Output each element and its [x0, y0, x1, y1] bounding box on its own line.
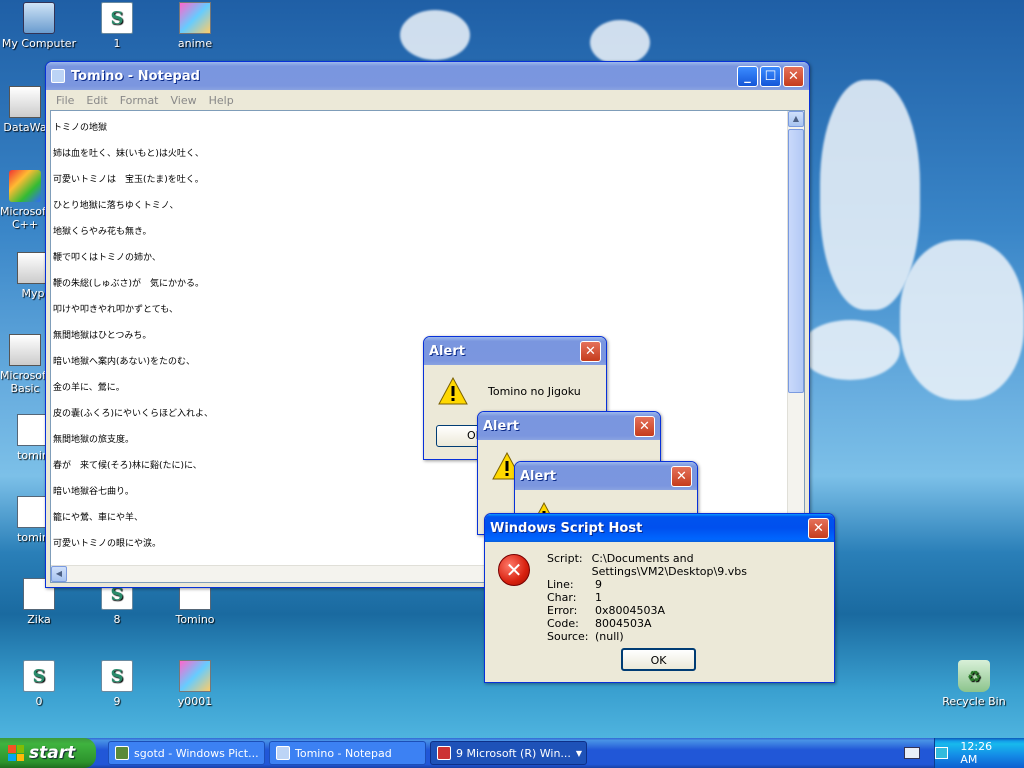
basic-icon [9, 334, 41, 366]
code-value: 8004503A [595, 617, 652, 630]
taskbar-item-notepad[interactable]: Tomino - Notepad [269, 741, 426, 765]
field-label: Error: [547, 604, 578, 617]
desktop-icon-y0001[interactable]: y0001 [156, 660, 234, 708]
field-label: Line: [547, 578, 574, 591]
text-line: 無間地獄はひとつみち。 [53, 331, 152, 341]
alert-2-close-button[interactable]: ✕ [634, 415, 655, 437]
text-line: 姉は血を吐く、妹(いもと)は火吐く、 [53, 149, 204, 159]
error-icon: ✕ [498, 554, 530, 586]
field-label: Code: [547, 617, 579, 630]
menu-file[interactable]: File [50, 94, 80, 107]
recycle-bin-icon: ♻ [958, 660, 990, 692]
clock[interactable]: 12:26 AM [960, 740, 1010, 766]
wsh-fields: Script: C:\Documents and Settings\VM2\Des… [547, 552, 834, 643]
alert-1-titlebar[interactable]: Alert ✕ [424, 337, 606, 365]
source-value: (null) [595, 630, 624, 643]
script-host-icon [437, 746, 451, 760]
scroll-left-arrow-icon[interactable]: ◀ [51, 566, 67, 582]
wsh-title: Windows Script Host [490, 520, 643, 536]
char-value: 1 [595, 591, 602, 604]
start-button[interactable]: start [0, 738, 96, 768]
text-line: 可愛いトミノは 宝玉(たま)を吐く。 [53, 175, 204, 185]
text-line: 鞭で叩くはトミノの姉か、 [53, 253, 161, 263]
picture-viewer-icon [115, 746, 129, 760]
alert-3-title: Alert [520, 468, 556, 484]
alert-1-title: Alert [429, 343, 465, 359]
notepad-icon [51, 69, 65, 83]
task-label: Tomino - Notepad [295, 746, 392, 760]
desktop-icon-recycle-bin[interactable]: ♻ Recycle Bin [935, 660, 1013, 708]
text-line: ひとり地獄に落ちゆくトミノ、 [53, 201, 179, 211]
taskbar-item-picture-viewer[interactable]: sgotd - Windows Pict... [108, 741, 265, 765]
task-label: sgotd - Windows Pict... [134, 746, 259, 760]
notepad-menubar: File Edit Format View Help [46, 90, 809, 110]
alert-3-close-button[interactable]: ✕ [671, 465, 692, 487]
menu-edit[interactable]: Edit [80, 94, 113, 107]
menu-view[interactable]: View [165, 94, 203, 107]
wsh-ok-button[interactable]: OK [621, 648, 696, 671]
vertical-scrollbar[interactable]: ▲ [787, 111, 804, 565]
group-chevron-icon: ▼ [575, 748, 582, 758]
image-icon [179, 2, 211, 34]
desktop-icon-0[interactable]: S 0 [0, 660, 78, 708]
line-value: 9 [595, 578, 602, 591]
shortcut-icon [9, 86, 41, 118]
script-icon: S [23, 660, 55, 692]
desktop-icon-anime[interactable]: anime [156, 2, 234, 50]
menu-help[interactable]: Help [203, 94, 240, 107]
text-line: 無間地獄の旅支度。 [53, 435, 135, 445]
taskbar: start sgotd - Windows Pict... Tomino - N… [0, 738, 1024, 768]
wsh-error-dialog: Windows Script Host ✕ ✕ Script: C:\Docume… [484, 513, 835, 683]
notepad-titlebar[interactable]: Tomino - Notepad _ ☐ ✕ [46, 62, 809, 90]
alert-1-close-button[interactable]: ✕ [580, 340, 601, 362]
alert-2-titlebar[interactable]: Alert ✕ [478, 412, 660, 440]
desktop-icon-my-computer[interactable]: My Computer [0, 2, 78, 50]
windows-logo-icon [8, 745, 24, 761]
start-label: start [29, 743, 76, 763]
notepad-icon [276, 746, 290, 760]
scroll-up-arrow-icon[interactable]: ▲ [788, 111, 804, 127]
taskbar-item-script-host[interactable]: 9 Microsoft (R) Win... ▼ [430, 741, 587, 765]
alert-3-titlebar[interactable]: Alert ✕ [515, 462, 697, 490]
text-line: 地獄くらやみ花も無き。 [53, 227, 152, 237]
network-icon[interactable] [935, 747, 949, 759]
maximize-button[interactable]: ☐ [760, 65, 781, 87]
text-line: トミノの地獄 [53, 123, 108, 133]
task-label: 9 Microsoft (R) Win... [456, 746, 571, 760]
system-tray: 12:26 AM [934, 738, 1024, 768]
text-line: 叩けや叩きやれ叩かずとても、 [53, 305, 179, 315]
text-line: 暗い地獄へ案内(あない)をたのむ、 [53, 357, 196, 367]
notepad-title: Tomino - Notepad [71, 68, 200, 84]
field-label: Script: [547, 552, 583, 565]
desktop-icon-9[interactable]: S 9 [78, 660, 156, 708]
keyboard-icon[interactable] [904, 747, 920, 759]
text-line: 鞭の朱総(しゅぶさ)が 気にかかる。 [53, 279, 205, 289]
field-label: Char: [547, 591, 577, 604]
cpp-icon [9, 170, 41, 202]
alert-2-title: Alert [483, 418, 519, 434]
text-line: 皮の嚢(ふくろ)にやいくらほど入れよ、 [53, 409, 214, 419]
wsh-close-button[interactable]: ✕ [808, 517, 829, 539]
menu-format[interactable]: Format [114, 94, 165, 107]
error-value: 0x8004503A [595, 604, 666, 617]
warning-icon [438, 376, 468, 405]
text-line: 金の羊に、鶯に。 [53, 383, 125, 393]
alert-1-message: Tomino no Jigoku [488, 385, 581, 398]
script-path-value: C:\Documents and Settings\VM2\Desktop\9.… [591, 552, 747, 578]
minimize-button[interactable]: _ [737, 65, 758, 87]
field-label: Source: [547, 630, 589, 643]
image-icon [179, 660, 211, 692]
computer-icon [23, 2, 55, 34]
close-button[interactable]: ✕ [783, 65, 804, 87]
scroll-thumb[interactable] [788, 129, 804, 393]
script-icon: S [101, 660, 133, 692]
wsh-titlebar[interactable]: Windows Script Host ✕ [485, 514, 834, 542]
desktop-icon-1[interactable]: S 1 [78, 2, 156, 50]
script-icon: S [101, 2, 133, 34]
